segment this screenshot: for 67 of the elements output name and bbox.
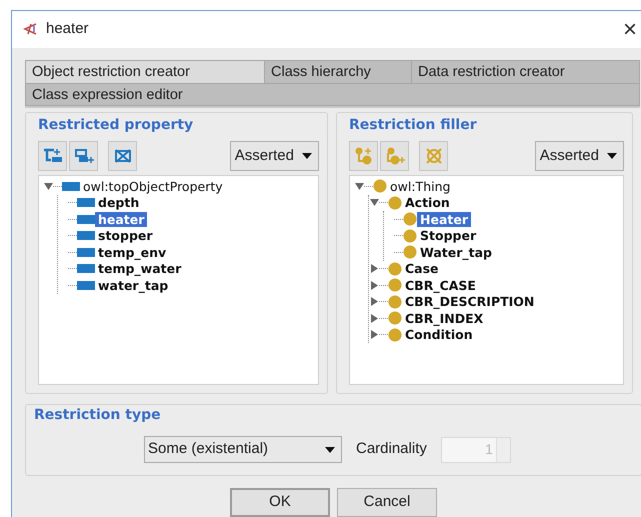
collapsed-toggle-icon[interactable] xyxy=(370,330,378,340)
tree-node-label[interactable]: CBR_CASE xyxy=(402,278,479,293)
tree-node-label[interactable]: CBR_DESCRIPTION xyxy=(402,294,538,310)
app-logo-icon xyxy=(22,22,38,36)
ok-button[interactable]: OK xyxy=(230,488,330,517)
toolbar-button[interactable] xyxy=(108,141,137,171)
restriction-type-dropdown[interactable]: Some (existential) xyxy=(144,436,342,463)
class-icon xyxy=(403,212,417,226)
toolbar-button[interactable] xyxy=(38,141,67,171)
add-subproperty-icon xyxy=(42,148,62,164)
collapsed-toggle-icon[interactable] xyxy=(370,314,378,323)
tree-node-label[interactable]: Water_tap xyxy=(417,244,496,260)
class-icon xyxy=(388,311,402,326)
collapsed-toggle-icon[interactable] xyxy=(370,297,378,306)
group-title: Restriction type xyxy=(34,406,162,425)
property-icon xyxy=(77,264,95,274)
collapsed-toggle-icon[interactable] xyxy=(370,280,378,290)
property-icon xyxy=(77,214,95,224)
tree-node-label[interactable]: water_tap xyxy=(95,278,172,293)
property-icon xyxy=(77,248,95,257)
tree-node-label[interactable]: depth xyxy=(95,195,142,210)
add-subclass-icon xyxy=(354,147,374,165)
tree-node-label[interactable]: temp_water xyxy=(95,261,184,276)
tab[interactable]: Object restriction creator xyxy=(25,60,265,84)
tree-node-label[interactable]: Action xyxy=(402,195,453,210)
close-button[interactable]: × xyxy=(618,18,641,42)
view-mode-dropdown[interactable]: Asserted xyxy=(534,141,624,171)
tab[interactable]: Class hierarchy xyxy=(265,60,412,84)
tab[interactable]: Class expression editor xyxy=(25,84,640,106)
tree-node-label[interactable]: CBR_INDEX xyxy=(402,310,486,326)
tree-node-label[interactable]: Stopper xyxy=(417,228,480,244)
tree-node-label[interactable]: temp_env xyxy=(95,244,170,260)
class-icon xyxy=(388,262,402,276)
cancel-button[interactable]: Cancel xyxy=(337,488,437,517)
class-icon xyxy=(388,328,402,342)
group-title: Restricted property xyxy=(38,116,194,135)
tree-node-label[interactable]: owl:topObjectProperty xyxy=(80,178,226,194)
toolbar-button[interactable] xyxy=(69,141,98,171)
class-icon xyxy=(403,245,417,260)
class-icon xyxy=(373,179,387,194)
expanded-toggle-icon[interactable] xyxy=(44,182,52,191)
tab[interactable]: Data restriction creator xyxy=(412,60,640,84)
cardinality-label: Cardinality xyxy=(356,439,427,460)
tree-node-label[interactable]: heater xyxy=(95,212,148,227)
tree-node-label[interactable]: Case xyxy=(402,261,442,276)
add-sibling-icon xyxy=(74,148,94,164)
class-icon xyxy=(388,196,402,210)
group-title: Restriction filler xyxy=(349,116,478,135)
expanded-toggle-icon[interactable] xyxy=(370,198,378,208)
class-icon xyxy=(403,228,417,243)
class-icon xyxy=(388,294,402,309)
tree-node-label[interactable]: Heater xyxy=(417,212,471,227)
property-icon xyxy=(77,280,95,290)
property-icon xyxy=(62,182,80,191)
delete-icon xyxy=(114,148,132,164)
tree-node-label[interactable]: stopper xyxy=(95,228,156,244)
window-title: heater xyxy=(46,19,89,40)
class-icon xyxy=(388,278,402,292)
delete-icon xyxy=(424,147,442,165)
tree-node-label[interactable]: Condition xyxy=(402,327,476,342)
expanded-toggle-icon[interactable] xyxy=(354,182,364,191)
tree-node-label[interactable]: owl:Thing xyxy=(387,178,454,194)
add-sibling-icon xyxy=(384,147,404,165)
view-mode-dropdown[interactable]: Asserted xyxy=(230,141,319,171)
property-icon xyxy=(77,198,95,208)
property-icon xyxy=(77,231,95,240)
collapsed-toggle-icon[interactable] xyxy=(370,264,378,274)
